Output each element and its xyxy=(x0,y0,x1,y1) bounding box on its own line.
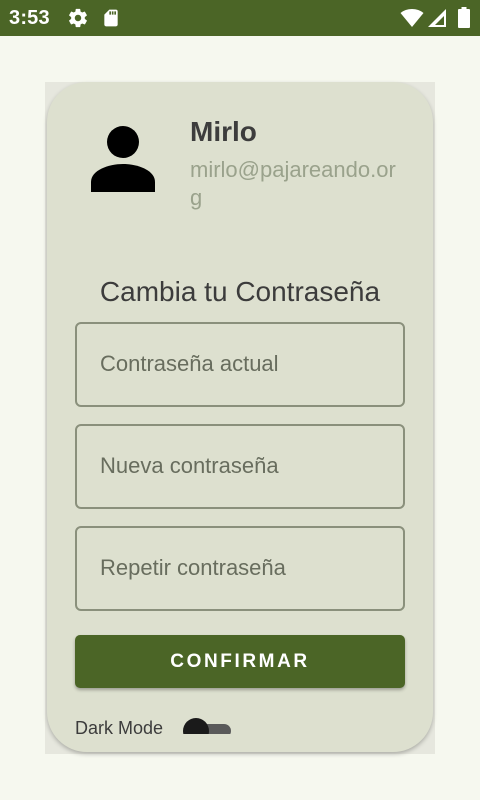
sd-card-icon xyxy=(104,9,118,27)
toggle-thumb xyxy=(183,718,209,734)
repeat-password-placeholder: Repetir contraseña xyxy=(100,555,286,580)
wifi-icon xyxy=(400,9,424,27)
dark-mode-row: Dark Mode xyxy=(75,714,275,734)
new-password-field[interactable]: Nueva contraseña xyxy=(75,424,405,509)
confirm-button[interactable]: CONFIRMAR xyxy=(75,635,405,688)
repeat-password-field[interactable]: Repetir contraseña xyxy=(75,526,405,611)
status-bar: 3:53 xyxy=(0,0,480,36)
cell-signal-icon xyxy=(428,9,446,27)
profile-card: Mirlo mirlo@pajareando.org Cambia tu Con… xyxy=(47,82,433,752)
user-name: Mirlo xyxy=(190,116,257,147)
person-icon xyxy=(91,126,155,192)
page-title: Cambia tu Contraseña xyxy=(99,276,381,307)
battery-icon xyxy=(458,7,470,28)
dark-mode-toggle[interactable] xyxy=(183,718,233,734)
status-time: 3:53 xyxy=(9,7,50,29)
current-password-field[interactable]: Contraseña actual xyxy=(75,322,405,407)
dark-mode-label: Dark Mode xyxy=(75,718,164,734)
user-email: mirlo@pajareando.org xyxy=(190,157,396,210)
gear-icon xyxy=(69,8,87,28)
current-password-placeholder: Contraseña actual xyxy=(100,351,279,376)
new-password-placeholder: Nueva contraseña xyxy=(100,453,279,478)
